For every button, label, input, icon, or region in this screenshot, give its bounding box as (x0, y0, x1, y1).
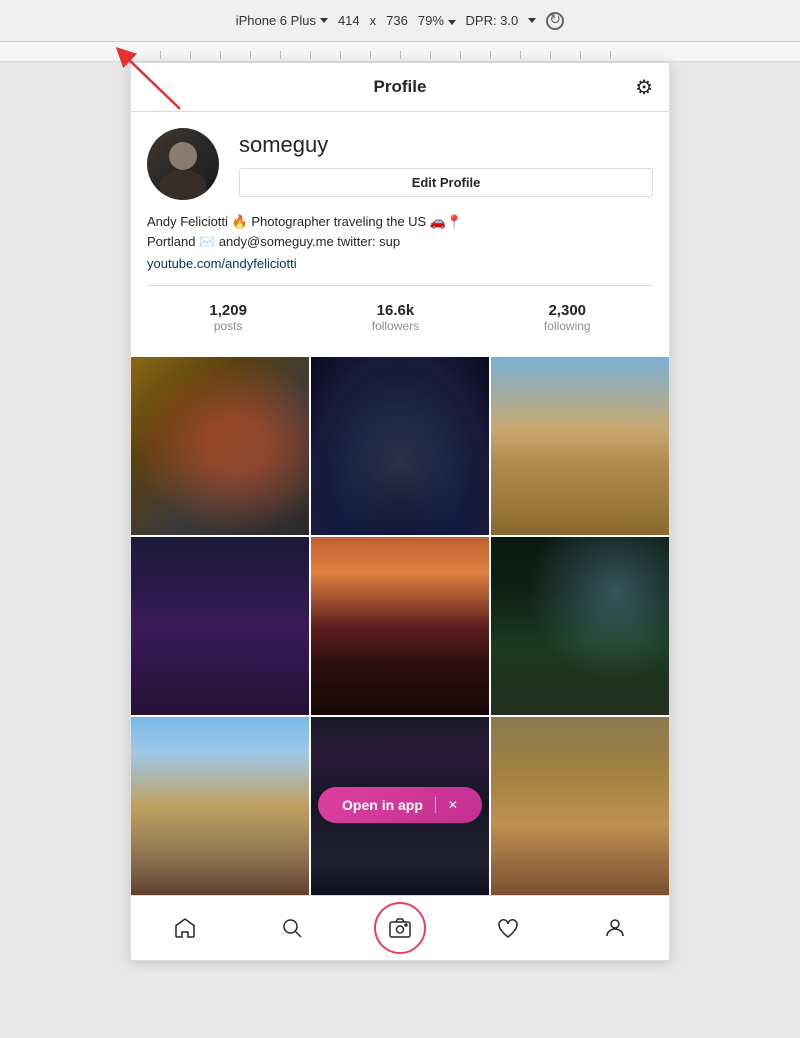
home-icon (173, 916, 197, 940)
nav-heart[interactable] (486, 906, 530, 950)
dimension-x: x (370, 13, 377, 28)
followers-count: 16.6k (377, 302, 415, 319)
page-title: Profile (374, 77, 427, 97)
stats-row: 1,209 posts 16.6k followers 2,300 follow… (147, 298, 653, 341)
photo-cell-7[interactable] (131, 717, 309, 895)
open-in-app-label: Open in app (342, 797, 423, 813)
device-dropdown-arrow (320, 18, 328, 23)
profile-section: someguy Edit Profile Andy Feliciotti 🔥 P… (131, 112, 669, 357)
edit-profile-button[interactable]: Edit Profile (239, 168, 653, 197)
nav-search[interactable] (270, 906, 314, 950)
stat-posts: 1,209 posts (209, 302, 247, 333)
bio-link[interactable]: youtube.com/andyfeliciotti (147, 256, 297, 271)
dimension-width: 414 (338, 13, 360, 28)
photo-cell-3[interactable] (491, 357, 669, 535)
zoom-value[interactable]: 79% (418, 13, 456, 28)
photo-cell-5[interactable] (311, 537, 489, 715)
device-label: iPhone 6 Plus (236, 13, 316, 28)
followers-label: followers (372, 319, 419, 333)
avatar-image (147, 128, 219, 200)
device-selector[interactable]: iPhone 6 Plus (236, 13, 328, 28)
nav-profile[interactable] (593, 906, 637, 950)
instagram-header: Profile ⚙ (131, 63, 669, 112)
dpr-dropdown-arrow (528, 18, 536, 23)
browser-toolbar: iPhone 6 Plus 414 x 736 79% DPR: 3.0 (0, 0, 800, 42)
username-block: someguy Edit Profile (239, 132, 653, 197)
posts-count: 1,209 (209, 302, 247, 319)
stat-followers[interactable]: 16.6k followers (372, 302, 419, 333)
ruler-ticks (160, 42, 640, 61)
following-count: 2,300 (548, 302, 586, 319)
profile-top: someguy Edit Profile (147, 128, 653, 200)
photo-cell-1[interactable] (131, 357, 309, 535)
photo-cell-2[interactable] (311, 357, 489, 535)
open-app-divider (435, 797, 436, 813)
phone-frame: Profile ⚙ someguy Edit Profile Andy Feli… (130, 62, 670, 961)
camera-circle-highlight (374, 902, 426, 954)
nav-camera[interactable] (378, 906, 422, 950)
ruler-bar (0, 42, 800, 62)
bio-line1: Andy Feliciotti 🔥 Photographer traveling… (147, 212, 653, 251)
heart-icon (496, 916, 520, 940)
settings-icon[interactable]: ⚙ (635, 75, 653, 100)
photo-cell-6[interactable] (491, 537, 669, 715)
bottom-navigation (131, 895, 669, 960)
stat-following[interactable]: 2,300 following (544, 302, 591, 333)
stats-divider (147, 285, 653, 286)
toolbar-controls: iPhone 6 Plus 414 x 736 79% DPR: 3.0 (236, 12, 565, 30)
nav-home[interactable] (163, 906, 207, 950)
dimension-height: 736 (386, 13, 408, 28)
open-app-close-button[interactable]: ✕ (448, 798, 458, 812)
following-label: following (544, 319, 591, 333)
search-icon (280, 916, 304, 940)
posts-label: posts (214, 319, 243, 333)
avatar (147, 128, 219, 200)
dpr-label: DPR: 3.0 (466, 13, 519, 28)
rotate-icon[interactable] (546, 12, 564, 30)
open-in-app-button[interactable]: Open in app ✕ (318, 787, 482, 823)
person-icon (603, 916, 627, 940)
username: someguy (239, 132, 653, 158)
photo-cell-9[interactable] (491, 717, 669, 895)
photo-cell-4[interactable] (131, 537, 309, 715)
zoom-dropdown-arrow (448, 20, 456, 25)
